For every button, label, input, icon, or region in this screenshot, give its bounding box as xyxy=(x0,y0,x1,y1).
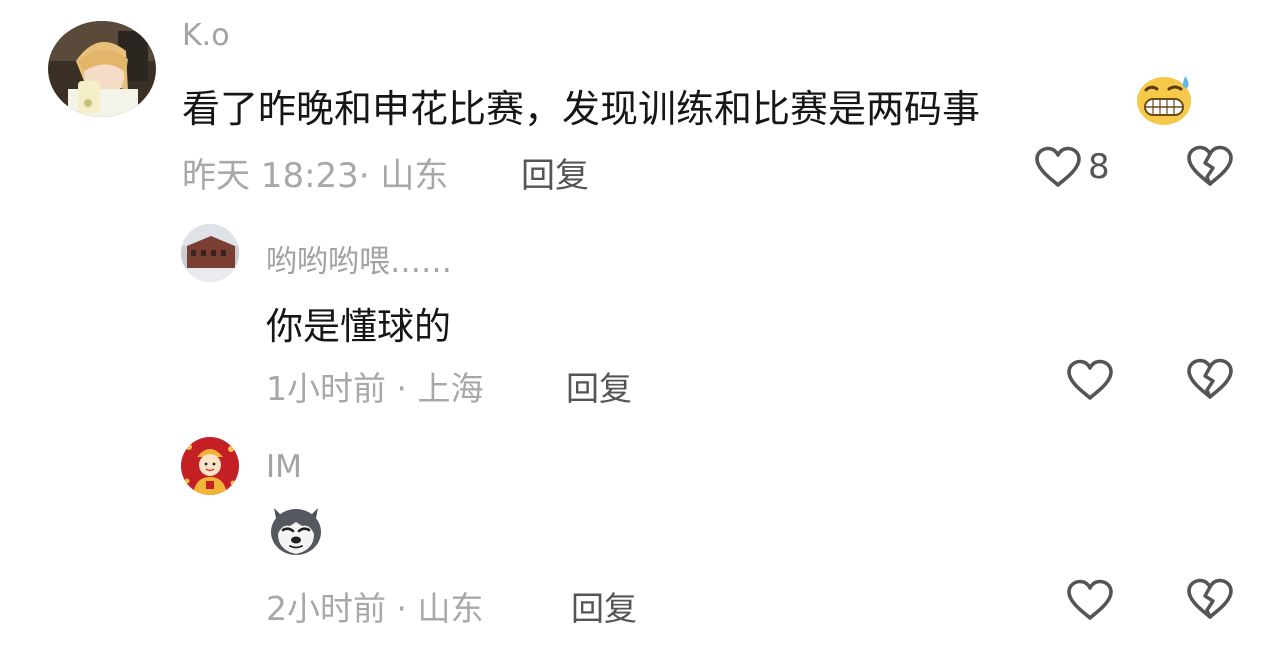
like-count: 8 xyxy=(1088,147,1110,187)
comment-meta: 昨天 18:23· 山东 xyxy=(182,156,449,196)
broken-heart-icon xyxy=(1186,578,1234,620)
heart-outline-icon xyxy=(1034,146,1082,188)
heart-outline-icon xyxy=(1066,359,1114,401)
comment-text: 你是懂球的 xyxy=(266,305,451,348)
username[interactable]: 哟哟哟喂…… xyxy=(266,236,452,281)
dislike-button[interactable] xyxy=(1186,358,1234,400)
username[interactable]: K.o xyxy=(182,18,230,53)
like-button[interactable] xyxy=(1066,359,1114,401)
broken-heart-icon xyxy=(1186,358,1234,400)
comment-meta: 1小时前 · 上海 xyxy=(266,369,484,408)
comment-text: 看了昨晚和申花比赛，发现训练和比赛是两码事 xyxy=(182,87,981,131)
avatar[interactable] xyxy=(48,21,156,117)
username[interactable]: IM xyxy=(266,449,302,485)
avatar[interactable] xyxy=(181,437,239,495)
grinning-sweat-emoji xyxy=(1136,74,1194,126)
dislike-button[interactable] xyxy=(1186,145,1234,187)
reply-button[interactable]: 回复 xyxy=(566,362,632,410)
reply-button[interactable]: 回复 xyxy=(521,148,589,197)
like-button[interactable] xyxy=(1066,579,1114,621)
like-button[interactable]: 8 xyxy=(1034,146,1110,188)
heart-outline-icon xyxy=(1066,579,1114,621)
broken-heart-icon xyxy=(1186,145,1234,187)
avatar[interactable] xyxy=(181,224,239,282)
dislike-button[interactable] xyxy=(1186,578,1234,620)
husky-dog-sticker xyxy=(268,502,324,558)
reply-button[interactable]: 回复 xyxy=(571,582,637,630)
comment-meta: 2小时前 · 山东 xyxy=(266,589,484,628)
